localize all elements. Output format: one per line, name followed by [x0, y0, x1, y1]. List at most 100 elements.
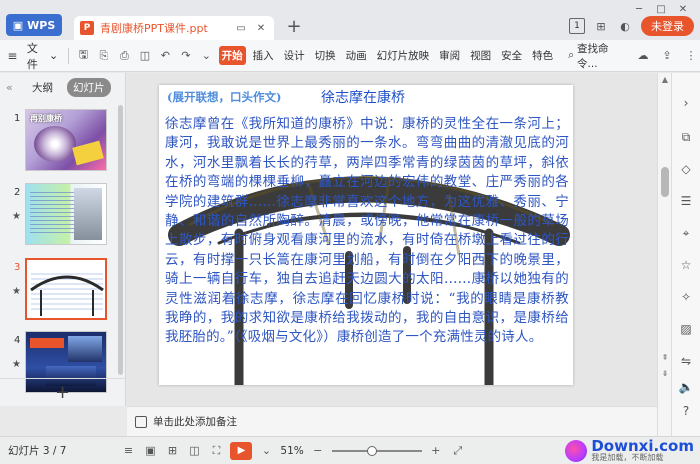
- add-slide-button[interactable]: +: [0, 378, 125, 406]
- wps-label: WPS: [27, 18, 56, 32]
- document-name: 青剧康桥PPT课件.ppt: [100, 22, 208, 35]
- tab-home[interactable]: 开始: [218, 46, 246, 65]
- scroll-up-icon[interactable]: ▲: [660, 75, 670, 84]
- scroll-thumb[interactable]: [661, 167, 669, 197]
- more-icon[interactable]: ⌄: [198, 47, 215, 65]
- collapse-panel-icon[interactable]: «: [6, 81, 18, 94]
- redo-icon[interactable]: ↷: [178, 47, 195, 65]
- file-menu[interactable]: 文件 ⌄: [23, 40, 62, 72]
- canvas-scrollbar[interactable]: ▲ ⇞ ⇟: [657, 73, 671, 436]
- command-search[interactable]: ⌕ 查找命令...: [568, 41, 624, 71]
- slide-thumb-row[interactable]: 2 ★: [0, 183, 118, 247]
- thumb-image: [34, 126, 76, 162]
- tab-monitor-icon[interactable]: ▭: [234, 21, 248, 35]
- thumb-image: [72, 140, 104, 166]
- overflow-icon[interactable]: ⋮: [682, 47, 700, 65]
- zoom-level[interactable]: 51%: [280, 445, 303, 457]
- copy-icon[interactable]: ⧉: [678, 129, 694, 145]
- slide-thumbnail-current[interactable]: [25, 258, 107, 320]
- print-icon[interactable]: ⎙: [116, 47, 133, 65]
- slide-thumbnail[interactable]: [25, 183, 107, 245]
- close-window-icon[interactable]: ✕: [672, 2, 694, 16]
- export-pdf-icon[interactable]: ⎘: [96, 47, 113, 65]
- new-tab-button[interactable]: +: [284, 16, 304, 37]
- star-tool-icon[interactable]: ☆: [678, 257, 694, 273]
- login-button[interactable]: 未登录: [641, 16, 694, 36]
- animation-icon[interactable]: ✧: [678, 289, 694, 305]
- next-slide-icon[interactable]: ⇟: [660, 369, 670, 378]
- tab-slideshow[interactable]: 幻灯片放映: [374, 46, 433, 65]
- notes-toggle-icon[interactable]: ≡: [120, 443, 136, 459]
- tab-design[interactable]: 设计: [281, 46, 308, 65]
- zoom-out-icon[interactable]: −: [310, 443, 326, 459]
- transition-icon[interactable]: ⇋: [678, 353, 694, 369]
- tab-insert[interactable]: 插入: [250, 46, 277, 65]
- select-icon[interactable]: ⌖: [678, 225, 694, 241]
- cloud-icon[interactable]: ☁: [634, 47, 652, 65]
- audio-icon[interactable]: 🔈: [678, 379, 694, 395]
- maximize-icon[interactable]: □: [650, 2, 672, 16]
- close-tab-icon[interactable]: ✕: [254, 21, 268, 35]
- save-icon[interactable]: 🖫: [75, 47, 92, 65]
- titlebar-right: 1 ⊞ ◐ 未登录: [569, 16, 694, 36]
- thumb-label: [30, 338, 64, 348]
- tab-features[interactable]: 特色: [529, 46, 556, 65]
- grid-icon[interactable]: ⊞: [593, 18, 609, 34]
- prev-slide-icon[interactable]: ⇞: [660, 353, 670, 362]
- share-icon[interactable]: ⇪: [658, 47, 676, 65]
- slide-thumb-row[interactable]: 1 再别康桥: [0, 109, 118, 173]
- shapes-icon[interactable]: ◇: [678, 161, 694, 177]
- document-tab[interactable]: P 青剧康桥PPT课件.ppt ▭ ✕: [74, 16, 274, 40]
- normal-view-icon[interactable]: ▣: [142, 443, 158, 459]
- slide-number: 4: [14, 335, 21, 346]
- zoom-in-icon[interactable]: +: [428, 443, 444, 459]
- panel-scrollbar[interactable]: [118, 105, 123, 375]
- image-icon[interactable]: ▨: [678, 321, 694, 337]
- undo-icon[interactable]: ↶: [157, 47, 174, 65]
- tab-security[interactable]: 安全: [498, 46, 525, 65]
- properties-icon[interactable]: ☰: [678, 193, 694, 209]
- wps-home-tab[interactable]: ▣ WPS: [6, 14, 62, 36]
- collapse-sidebar-icon[interactable]: ›: [678, 95, 694, 111]
- reading-view-icon[interactable]: ◫: [186, 443, 202, 459]
- tab-slides[interactable]: 幻灯片: [67, 77, 111, 97]
- slide-thumb-row-current[interactable]: 3 ★: [0, 258, 118, 322]
- tab-outline[interactable]: 大纲: [26, 78, 59, 97]
- window-controls: ─ □ ✕: [628, 2, 694, 16]
- page-badge[interactable]: 1: [569, 18, 585, 34]
- slide-subtitle[interactable]: (展开联想，口头作文): [167, 89, 281, 105]
- slide-canvas: (展开联想，口头作文) 徐志摩在康桥 徐志摩曾在《我所知道的康桥》中说：康桥的灵…: [127, 73, 657, 406]
- present-mode-icon[interactable]: ⛶: [208, 443, 224, 459]
- title-bar: ▣ WPS P 青剧康桥PPT课件.ppt ▭ ✕ + ─ □ ✕ 1 ⊞ ◐ …: [0, 0, 700, 40]
- tab-review[interactable]: 审阅: [436, 46, 463, 65]
- current-slide[interactable]: (展开联想，口头作文) 徐志摩在康桥 徐志摩曾在《我所知道的康桥》中说：康桥的灵…: [159, 85, 573, 385]
- notes-icon: [135, 415, 147, 428]
- hamburger-icon[interactable]: ≡: [6, 49, 19, 63]
- zoom-slider-knob[interactable]: [367, 445, 378, 456]
- watermark: Downxi.com 我是加载，不断加载: [565, 439, 694, 462]
- tab-view[interactable]: 视图: [467, 46, 494, 65]
- ribbon: ≡ 文件 ⌄ 🖫 ⎘ ⎙ ◫ ↶ ↷ ⌄ 开始 插入 设计 切换 动画 幻灯片放…: [0, 40, 700, 72]
- fit-window-icon[interactable]: ⤢: [450, 443, 466, 459]
- slide-number: 2: [14, 187, 21, 198]
- chevron-down-icon[interactable]: ⌄: [258, 443, 274, 459]
- thumb-bridge-image: [27, 260, 105, 318]
- play-slideshow-button[interactable]: ▶: [230, 441, 253, 460]
- thumb-image: [68, 336, 102, 362]
- slide-body-text[interactable]: 徐志摩曾在《我所知道的康桥》中说：康桥的灵性全在一条河上；康河，我敢说是世界上最…: [165, 115, 569, 348]
- minimize-icon[interactable]: ─: [628, 2, 650, 16]
- zoom-slider[interactable]: [331, 445, 422, 456]
- skin-icon[interactable]: ◐: [617, 18, 633, 34]
- search-icon: ⌕: [568, 49, 575, 61]
- help-icon[interactable]: ?: [678, 403, 694, 419]
- sorter-view-icon[interactable]: ⊞: [164, 443, 180, 459]
- star-icon: ★: [12, 359, 21, 370]
- slide-thumbnail[interactable]: 再别康桥: [25, 109, 107, 171]
- preview-icon[interactable]: ◫: [137, 47, 154, 65]
- panel-tabs: « 大纲 幻灯片: [0, 73, 125, 101]
- tab-transition[interactable]: 切换: [312, 46, 339, 65]
- tab-animation[interactable]: 动画: [343, 46, 370, 65]
- right-tool-strip: › ⧉ ◇ ☰ ⌖ ☆ ✧ ▨ ⇋ 🔈 ?: [671, 73, 700, 436]
- notes-area[interactable]: 单击此处添加备注: [127, 406, 657, 436]
- slide-title[interactable]: 徐志摩在康桥: [321, 87, 405, 107]
